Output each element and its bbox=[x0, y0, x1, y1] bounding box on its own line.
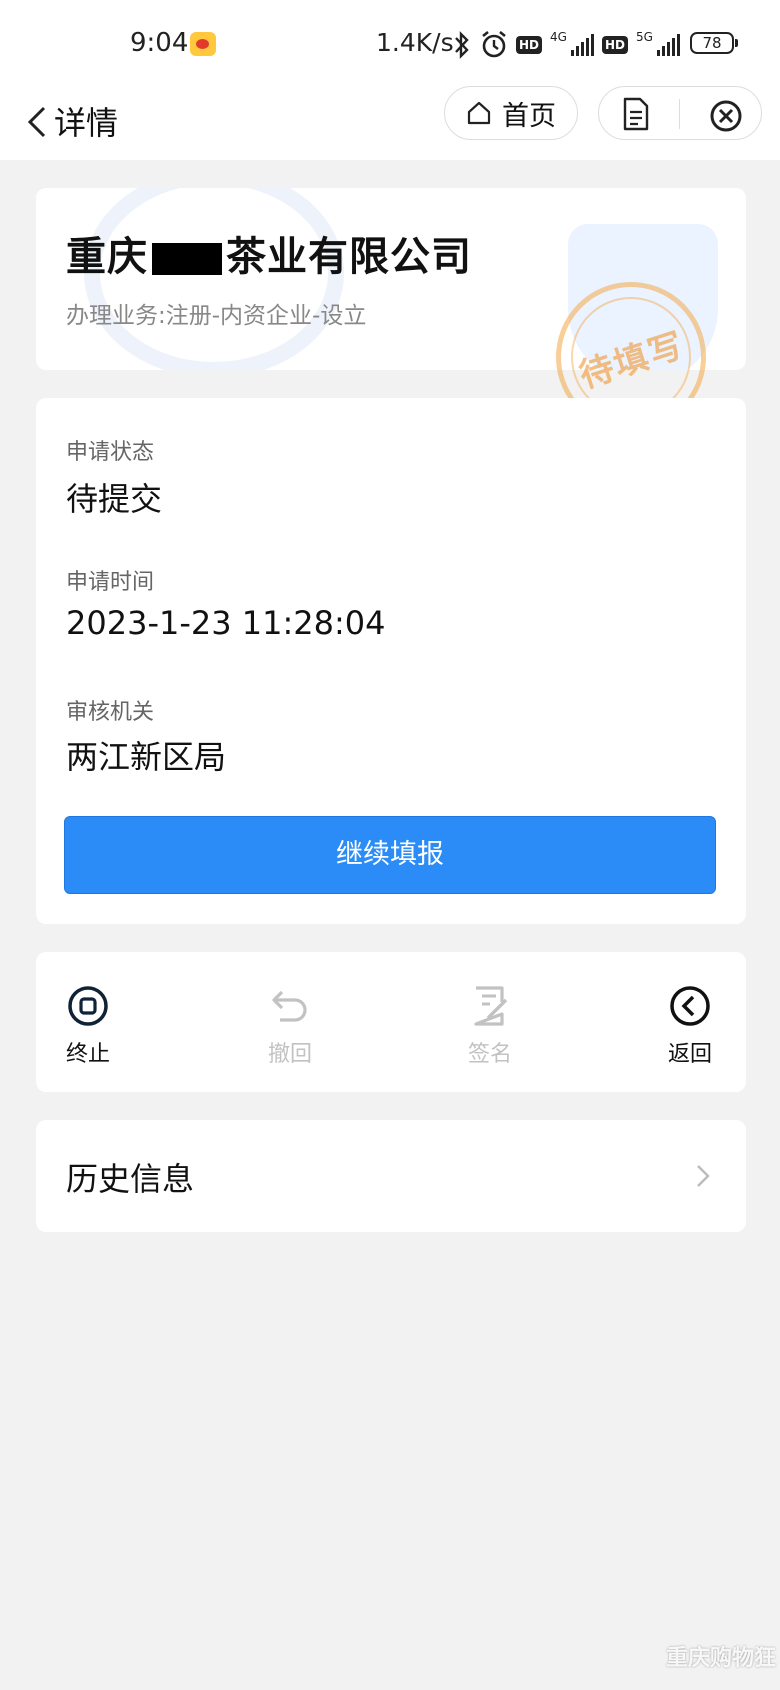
signal-bars-icon-2 bbox=[656, 34, 680, 56]
home-label: 首页 bbox=[502, 100, 556, 132]
status-icons: HD 4G HD 5G bbox=[452, 28, 680, 62]
withdraw-label: 撤回 bbox=[267, 1042, 312, 1067]
nav-bar: 详情 首页 bbox=[0, 86, 780, 160]
time-label: 申请时间 bbox=[66, 570, 155, 595]
company-name: 重庆 茶业有限公司 bbox=[66, 224, 472, 282]
mini-program-capsule bbox=[598, 86, 762, 140]
document-icon[interactable] bbox=[621, 97, 651, 131]
sign-label: 签名 bbox=[467, 1042, 512, 1067]
hd-badge-1: HD bbox=[516, 36, 543, 54]
alarm-icon bbox=[482, 30, 506, 58]
status-time: 9:04 bbox=[130, 28, 189, 58]
back-chevron-icon[interactable] bbox=[24, 96, 54, 148]
history-label: 历史信息 bbox=[66, 1160, 195, 1198]
page-title: 详情 bbox=[54, 104, 119, 142]
signal-bars-icon bbox=[570, 34, 594, 56]
home-icon bbox=[467, 101, 491, 125]
continue-filling-button[interactable]: 继续填报 bbox=[64, 816, 716, 894]
status-bar: 9:04 1.4K/s HD 4G HD 5G 78 bbox=[0, 0, 780, 86]
authority-label: 审核机关 bbox=[66, 700, 155, 725]
company-name-prefix: 重庆 bbox=[66, 234, 148, 280]
status-label: 申请状态 bbox=[66, 440, 155, 465]
corner-watermark: 重庆购物狂 bbox=[665, 1646, 776, 1671]
sim1-network-label: 4G bbox=[550, 30, 567, 44]
bluetooth-icon bbox=[455, 31, 469, 59]
time-value: 2023-1-23 11:28:04 bbox=[66, 604, 386, 642]
sim2-network-label: 5G bbox=[635, 30, 653, 44]
stamp-text: 待填写 bbox=[574, 324, 690, 397]
stop-circle-icon bbox=[68, 986, 108, 1026]
withdraw-action: 撤回 bbox=[240, 984, 340, 1068]
terminate-label: 终止 bbox=[65, 1042, 110, 1067]
chevron-right-icon bbox=[697, 1165, 710, 1187]
redaction-block bbox=[152, 243, 222, 275]
company-name-suffix: 茶业有限公司 bbox=[226, 234, 472, 280]
history-info-row[interactable]: 历史信息 bbox=[36, 1120, 746, 1232]
actions-card: 终止 撤回 签名 返回 bbox=[36, 952, 746, 1092]
hd-badge-2: HD bbox=[601, 36, 628, 54]
capsule-divider bbox=[679, 99, 680, 129]
network-speed: 1.4K/s bbox=[376, 28, 454, 57]
application-info-card: 申请状态 待提交 申请时间 2023-1-23 11:28:04 审核机关 两江… bbox=[36, 398, 746, 924]
close-circle-icon[interactable] bbox=[709, 99, 743, 133]
business-type: 办理业务:注册-内资企业-设立 bbox=[66, 303, 367, 329]
weibo-notification-icon bbox=[190, 32, 216, 56]
status-value: 待提交 bbox=[66, 480, 163, 518]
undo-icon bbox=[272, 990, 307, 1022]
sign-doc-icon bbox=[474, 986, 508, 1026]
battery-indicator: 78 bbox=[690, 32, 738, 54]
sign-action: 签名 bbox=[440, 984, 540, 1068]
return-action[interactable]: 返回 bbox=[640, 984, 740, 1068]
back-circle-icon bbox=[670, 986, 710, 1026]
authority-value: 两江新区局 bbox=[66, 738, 227, 776]
home-button[interactable]: 首页 bbox=[444, 86, 578, 140]
terminate-action[interactable]: 终止 bbox=[38, 984, 138, 1068]
return-label: 返回 bbox=[667, 1042, 712, 1067]
